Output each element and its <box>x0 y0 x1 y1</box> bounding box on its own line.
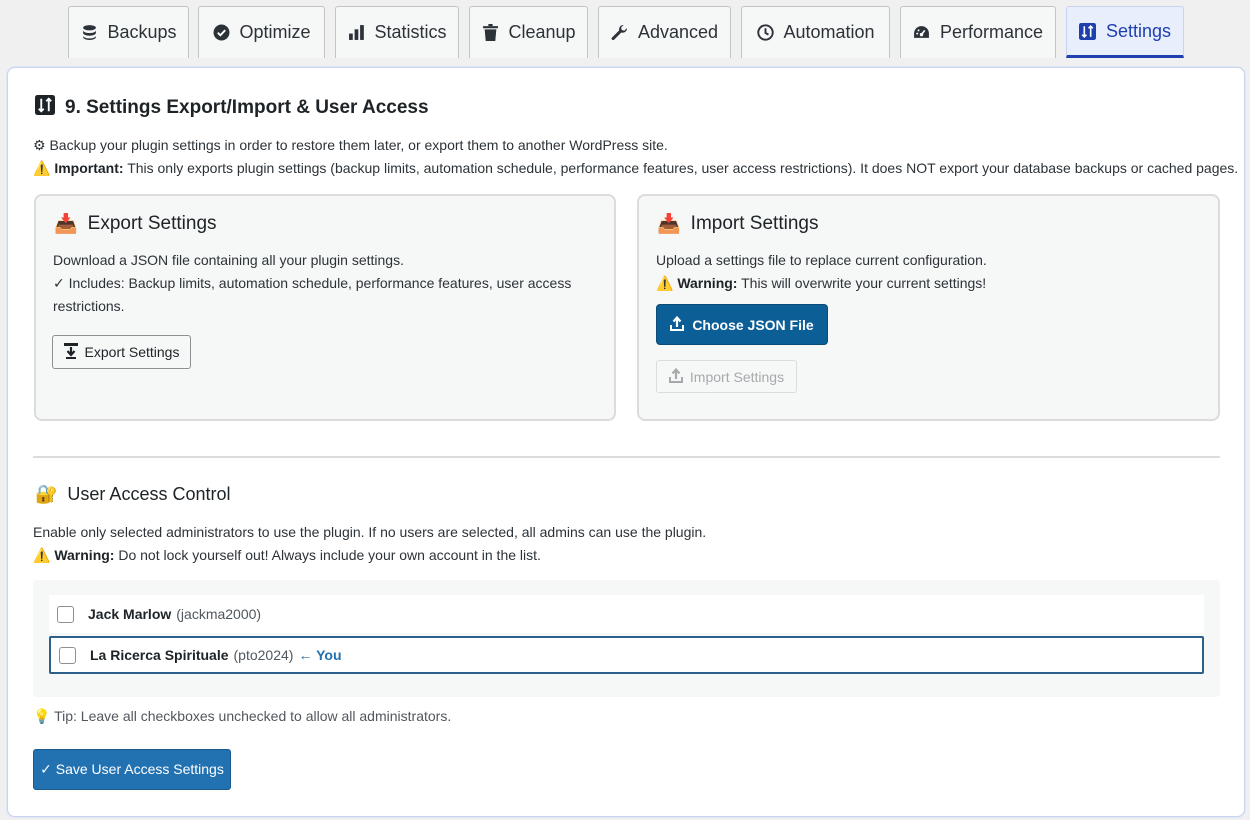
tip-text: 💡 Tip: Leave all checkboxes unchecked to… <box>33 708 452 724</box>
trash-icon <box>481 24 499 42</box>
import-settings-button[interactable]: Import Settings <box>656 360 797 393</box>
tab-statistics[interactable]: Statistics <box>335 6 459 58</box>
import-desc: Upload a settings file to replace curren… <box>656 252 987 268</box>
check-circle-icon <box>212 24 230 42</box>
import-warning: ⚠️ Warning: This will overwrite your cur… <box>656 275 987 291</box>
tab-cleanup[interactable]: Cleanup <box>469 6 588 58</box>
export-card-title: 📥 Export Settings <box>54 213 217 235</box>
user-row-jackma2000[interactable]: Jack Marlow (jackma2000) <box>49 595 1204 633</box>
tab-advanced[interactable]: Advanced <box>598 6 731 58</box>
import-card: 📥 Import Settings Upload a settings file… <box>637 194 1220 421</box>
tab-optimize[interactable]: Optimize <box>198 6 325 58</box>
section-divider <box>33 456 1220 458</box>
lock-icon: 🔐 <box>35 484 58 504</box>
upload-icon <box>670 315 685 334</box>
upload-icon <box>668 367 683 386</box>
settings-panel: 9. Settings Export/Import & User Access … <box>7 67 1245 817</box>
user-checkbox[interactable] <box>57 605 74 623</box>
access-warning: ⚠️ Warning: Do not lock yourself out! Al… <box>33 547 541 563</box>
warning-icon: ⚠️ <box>656 275 674 291</box>
database-icon <box>80 24 98 42</box>
export-settings-button[interactable]: Export Settings <box>52 335 191 369</box>
warning-icon: ⚠️ <box>33 547 51 563</box>
lightbulb-icon: 💡 <box>33 708 51 724</box>
sort-icon <box>35 95 55 121</box>
access-desc: Enable only selected administrators to u… <box>33 524 707 540</box>
import-card-title: 📥 Import Settings <box>657 213 819 235</box>
section-intro: ⚙ Backup your plugin settings in order t… <box>33 137 668 153</box>
access-title: 🔐 User Access Control <box>35 484 231 504</box>
important-note: ⚠️ Important: This only exports plugin s… <box>33 160 1239 176</box>
tab-backups[interactable]: Backups <box>68 6 189 58</box>
gauge-icon <box>913 24 931 42</box>
clock-icon <box>756 24 774 42</box>
inbox-tray-icon: 📥 <box>54 214 78 235</box>
export-includes-cont: restrictions. <box>53 298 125 314</box>
wrench-icon <box>611 24 629 42</box>
tab-automation[interactable]: Automation <box>741 6 890 58</box>
export-card: 📥 Export Settings Download a JSON file c… <box>34 194 616 421</box>
tab-performance[interactable]: Performance <box>900 6 1056 58</box>
user-list: Jack Marlow (jackma2000) La Ricerca Spir… <box>33 580 1220 697</box>
tab-settings[interactable]: Settings <box>1066 6 1184 58</box>
inbox-tray-icon: 📥 <box>657 214 681 235</box>
choose-json-file-button[interactable]: Choose JSON File <box>656 304 828 345</box>
warning-icon: ⚠️ <box>33 160 51 176</box>
download-icon <box>63 342 78 362</box>
save-user-access-button[interactable]: ✓ Save User Access Settings <box>33 749 231 790</box>
user-checkbox[interactable] <box>59 646 76 664</box>
sort-icon <box>1079 22 1097 40</box>
section-title: 9. Settings Export/Import & User Access <box>35 95 429 121</box>
bar-chart-icon <box>347 24 365 42</box>
export-desc: Download a JSON file containing all your… <box>53 252 404 268</box>
export-includes: ✓ Includes: Backup limits, automation sc… <box>53 275 572 291</box>
user-row-pto2024[interactable]: La Ricerca Spirituale (pto2024) ← You <box>49 636 1204 674</box>
